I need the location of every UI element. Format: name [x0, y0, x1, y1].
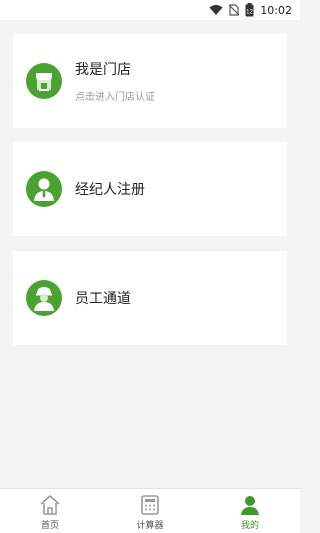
tab-profile[interactable]: 我的	[200, 489, 300, 533]
store-icon	[26, 63, 62, 99]
card-employee-channel[interactable]: 员工通道	[13, 251, 287, 345]
status-time: 10:02	[260, 3, 292, 17]
profile-icon	[239, 494, 261, 516]
status-bar: 12 10:02	[0, 0, 300, 20]
tab-calculator[interactable]: 计算器	[100, 489, 200, 533]
wifi-icon	[209, 4, 223, 16]
tab-home-label: 首页	[40, 521, 59, 531]
calculator-icon	[139, 494, 161, 516]
card-agent-register[interactable]: 经纪人注册	[13, 142, 287, 236]
bottom-tab-bar: 首页 计算器 我的	[0, 488, 300, 533]
card-agent-register-title: 经纪人注册	[75, 182, 145, 198]
card-store[interactable]: 我是门店 点击进入门店认证	[13, 34, 287, 128]
battery-icon: 12	[245, 3, 254, 17]
card-store-title: 我是门店	[75, 62, 131, 78]
card-employee-channel-title: 员工通道	[75, 291, 131, 307]
card-store-subtitle: 点击进入门店认证	[75, 92, 155, 103]
tab-profile-label: 我的	[240, 521, 259, 531]
svg-text:12: 12	[246, 10, 253, 16]
agent-person-icon	[26, 171, 62, 207]
home-icon	[39, 494, 61, 516]
tab-home[interactable]: 首页	[0, 489, 100, 533]
employee-helmet-icon	[26, 280, 62, 316]
tab-calculator-label: 计算器	[136, 521, 164, 531]
no-sim-icon	[229, 4, 240, 16]
